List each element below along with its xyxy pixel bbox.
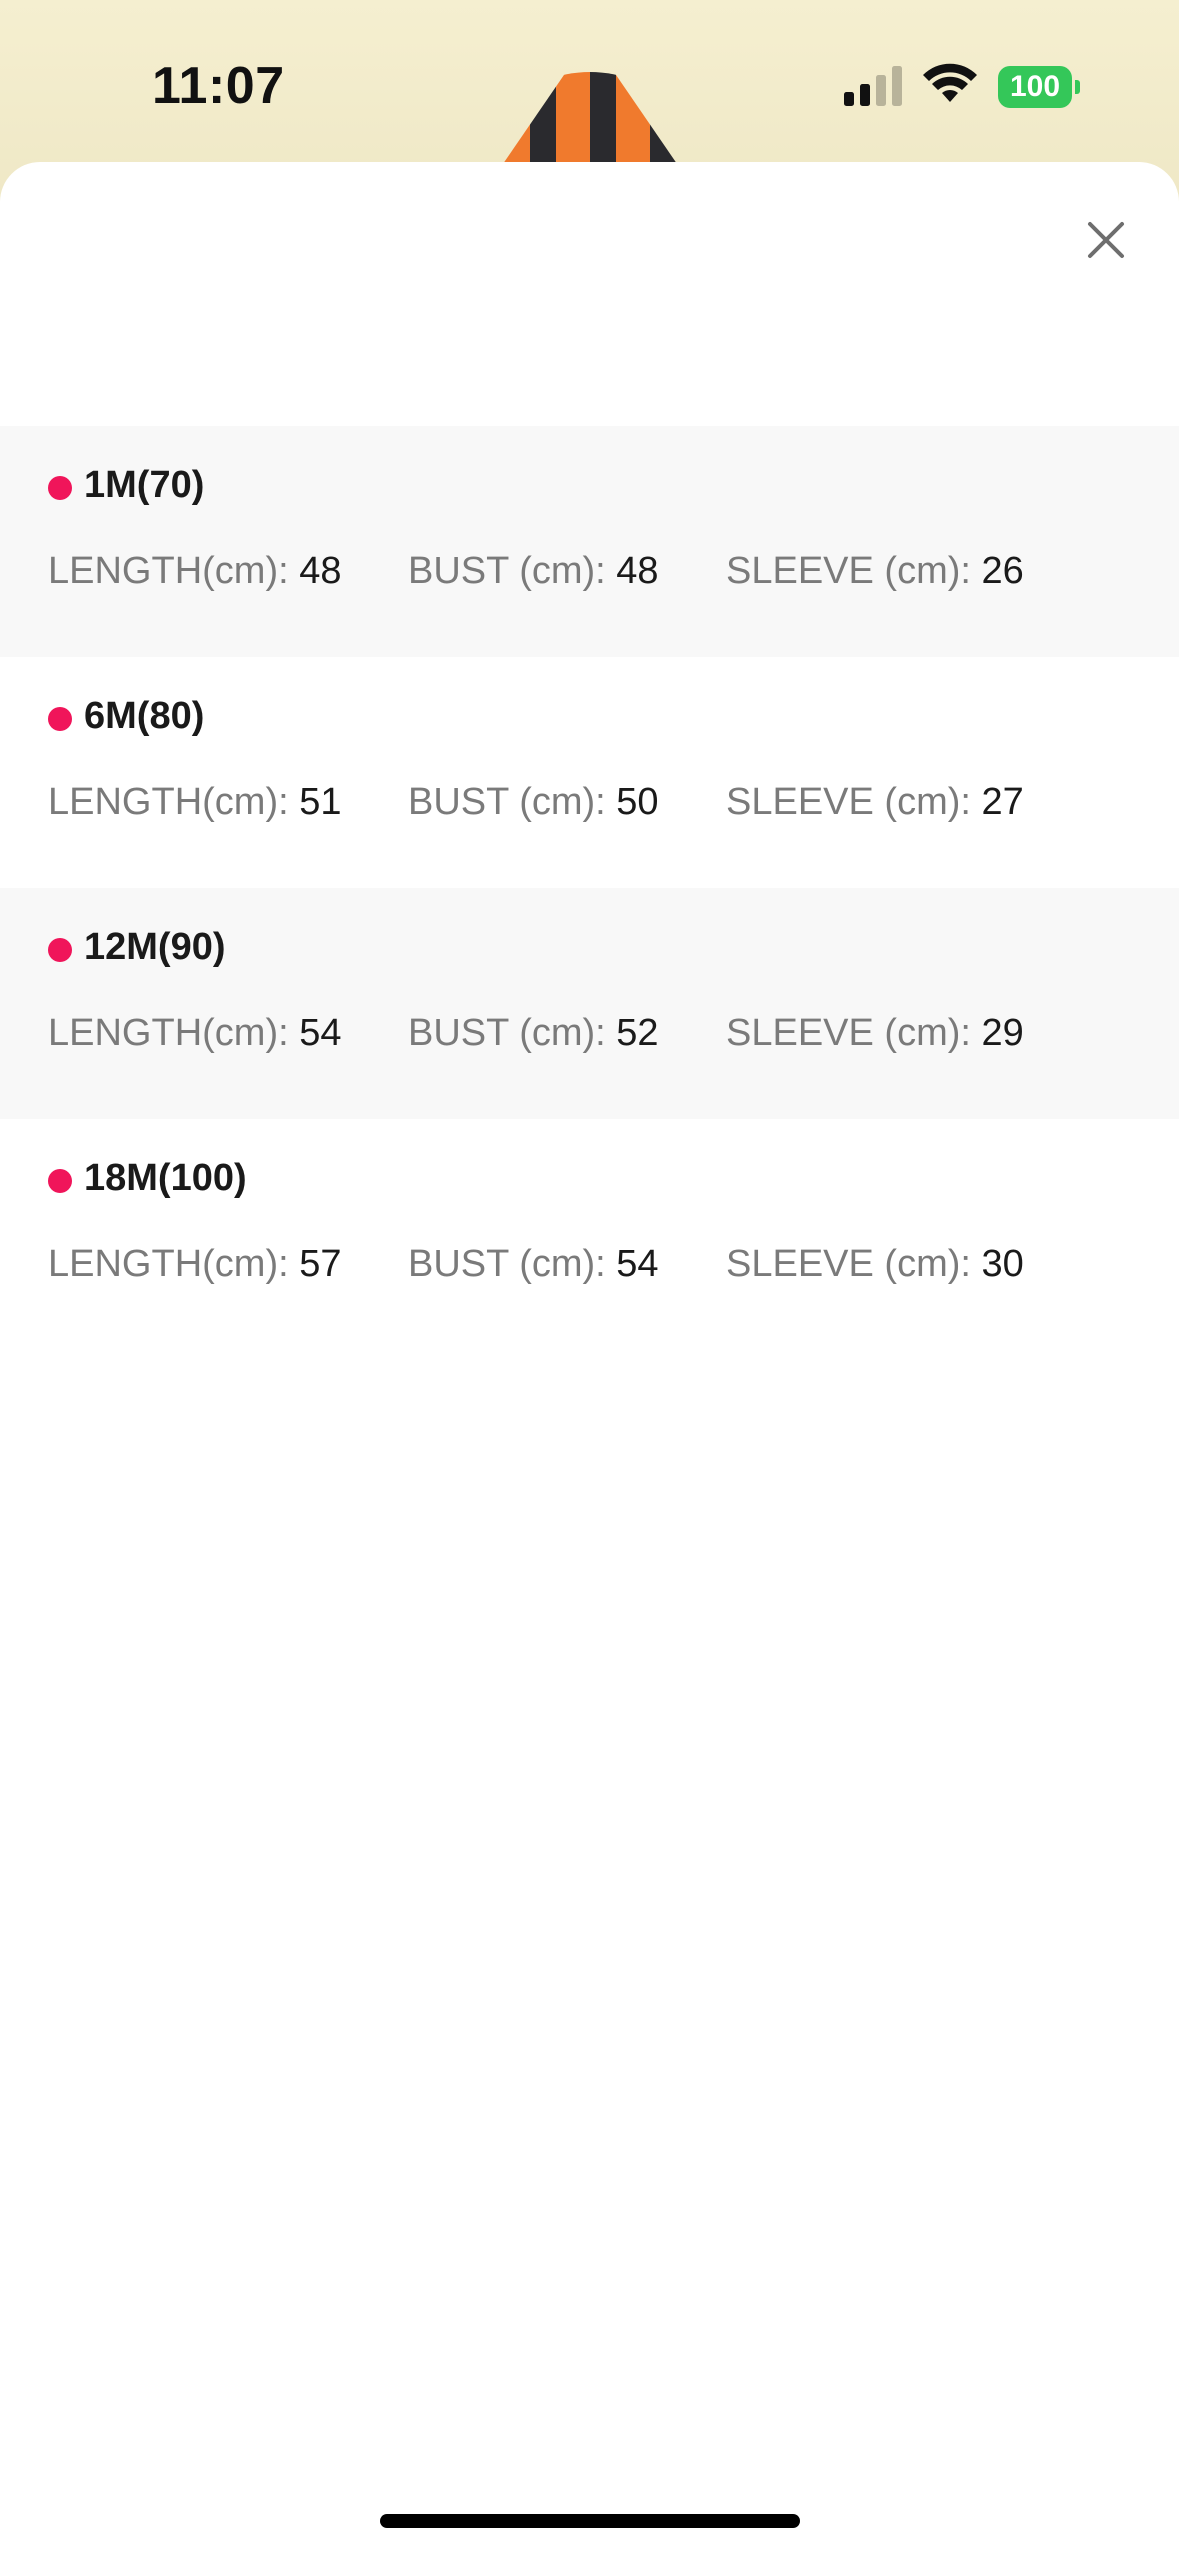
sleeve-measure: SLEEVE (cm): 30	[726, 1243, 1024, 1286]
size-row: 12M(90) LENGTH(cm): 54 BUST (cm): 52 SLE…	[0, 888, 1179, 1119]
bullet-dot-icon	[48, 476, 72, 500]
bust-label: BUST (cm):	[408, 1012, 617, 1054]
bullet-dot-icon	[48, 938, 72, 962]
home-indicator[interactable]	[380, 2514, 800, 2528]
bust-value: 52	[616, 1012, 659, 1054]
sleeve-measure: SLEEVE (cm): 26	[726, 550, 1024, 593]
battery-icon: 100	[998, 66, 1080, 108]
battery-level: 100	[998, 66, 1072, 108]
sleeve-value: 30	[981, 1243, 1024, 1285]
length-value: 48	[299, 550, 342, 592]
length-measure: LENGTH(cm): 57	[48, 1243, 342, 1286]
length-label: LENGTH(cm):	[48, 781, 300, 823]
signal-icon	[844, 66, 902, 106]
sleeve-value: 26	[981, 550, 1024, 592]
bust-label: BUST (cm):	[408, 1243, 617, 1285]
sleeve-measure: SLEEVE (cm): 29	[726, 1012, 1024, 1055]
size-name: 12M(90)	[84, 926, 226, 968]
size-list: 1M(70) LENGTH(cm): 48 BUST (cm): 48 SLEE…	[0, 426, 1179, 1350]
length-measure: LENGTH(cm): 51	[48, 781, 342, 824]
length-value: 57	[299, 1243, 342, 1285]
size-name: 6M(80)	[84, 695, 205, 737]
screen: 11:07 100 1M(70) LENGTH(cm): 48 BUST (cm…	[0, 0, 1179, 2556]
length-measure: LENGTH(cm): 48	[48, 550, 342, 593]
size-name: 18M(100)	[84, 1157, 247, 1199]
wifi-icon	[923, 63, 977, 102]
bust-label: BUST (cm):	[408, 781, 617, 823]
bust-label: BUST (cm):	[408, 550, 617, 592]
sleeve-value: 27	[981, 781, 1024, 823]
length-label: LENGTH(cm):	[48, 1243, 300, 1285]
size-row: 1M(70) LENGTH(cm): 48 BUST (cm): 48 SLEE…	[0, 426, 1179, 657]
size-row: 18M(100) LENGTH(cm): 57 BUST (cm): 54 SL…	[0, 1119, 1179, 1350]
length-label: LENGTH(cm):	[48, 550, 300, 592]
size-name: 1M(70)	[84, 464, 205, 506]
bust-measure: BUST (cm): 54	[408, 1243, 659, 1286]
length-value: 51	[299, 781, 342, 823]
sleeve-measure: SLEEVE (cm): 27	[726, 781, 1024, 824]
bullet-dot-icon	[48, 707, 72, 731]
size-row: 6M(80) LENGTH(cm): 51 BUST (cm): 50 SLEE…	[0, 657, 1179, 888]
sleeve-label: SLEEVE (cm):	[726, 781, 982, 823]
size-chart-sheet: 1M(70) LENGTH(cm): 48 BUST (cm): 48 SLEE…	[0, 162, 1179, 2556]
length-label: LENGTH(cm):	[48, 1012, 300, 1054]
close-icon[interactable]	[1080, 214, 1132, 266]
battery-tip	[1075, 80, 1080, 94]
bust-value: 48	[616, 550, 659, 592]
length-measure: LENGTH(cm): 54	[48, 1012, 342, 1055]
length-value: 54	[299, 1012, 342, 1054]
sleeve-label: SLEEVE (cm):	[726, 1243, 982, 1285]
sleeve-label: SLEEVE (cm):	[726, 1012, 982, 1054]
sleeve-label: SLEEVE (cm):	[726, 550, 982, 592]
status-bar: 11:07 100	[0, 0, 1179, 160]
bust-measure: BUST (cm): 52	[408, 1012, 659, 1055]
sleeve-value: 29	[981, 1012, 1024, 1054]
bust-measure: BUST (cm): 50	[408, 781, 659, 824]
bullet-dot-icon	[48, 1169, 72, 1193]
bust-value: 50	[616, 781, 659, 823]
bust-value: 54	[616, 1243, 659, 1285]
status-time: 11:07	[152, 57, 285, 115]
bust-measure: BUST (cm): 48	[408, 550, 659, 593]
